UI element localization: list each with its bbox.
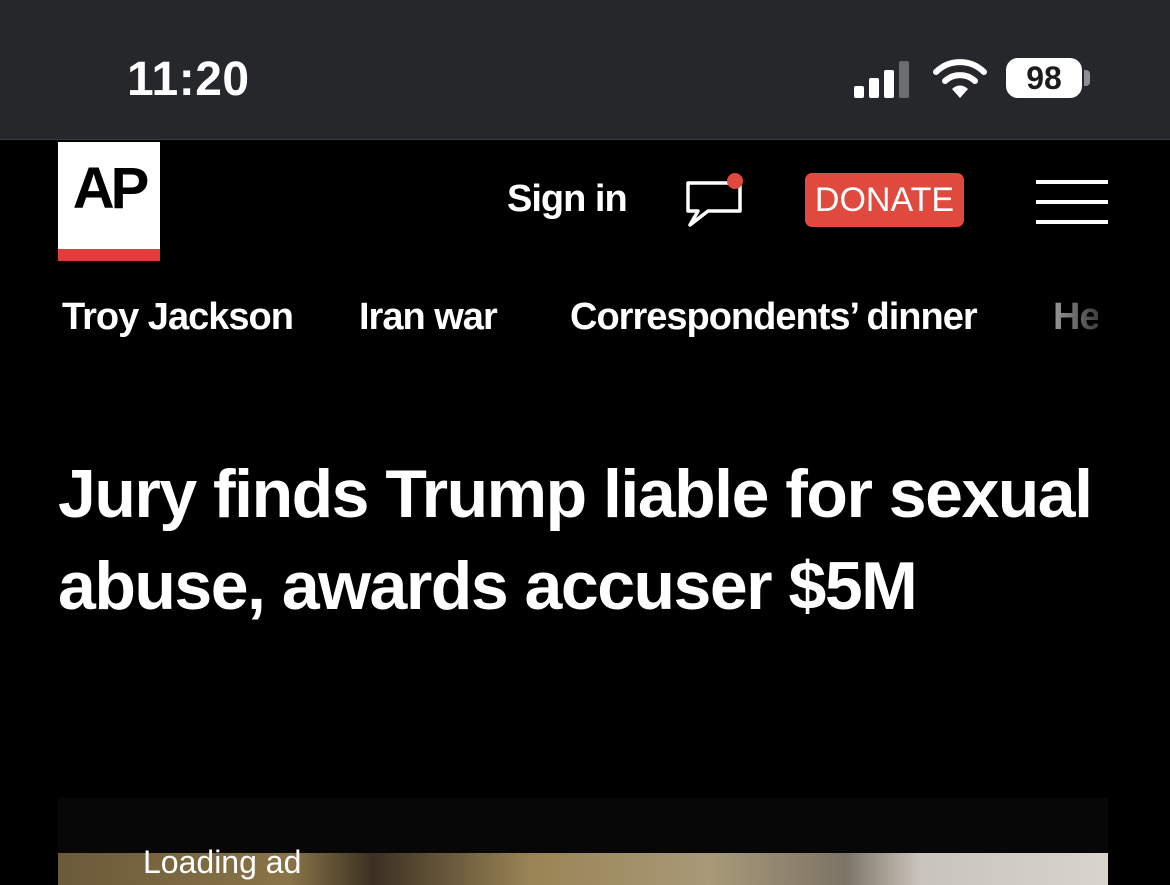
battery-nub [1084, 70, 1090, 86]
ap-logo-bar [58, 249, 160, 261]
topic-troy-jackson[interactable]: Troy Jackson [62, 296, 294, 339]
ad-loading-text: Loading ad [143, 844, 302, 880]
topic-correspondents-dinner[interactable]: Correspondents’ dinner [570, 296, 978, 339]
topic-nav: Troy Jackson Iran war Correspondents’ di… [0, 296, 1098, 352]
ap-logo-text: AP [72, 156, 150, 221]
topic-nav-fade [1040, 296, 1110, 352]
menu-icon[interactable] [1036, 180, 1108, 224]
status-time: 11:20 [127, 53, 250, 106]
battery-icon: 98 [1006, 58, 1082, 98]
site-header: AP Sign in DONATE [0, 140, 1170, 265]
ap-logo[interactable]: AP [58, 142, 160, 261]
sign-in-link[interactable]: Sign in [507, 178, 628, 221]
ad-container[interactable]: Loading ad [58, 798, 1108, 885]
status-bar: 11:20 98 [0, 0, 1170, 140]
comment-icon[interactable] [684, 173, 748, 231]
wifi-icon [933, 59, 987, 98]
signal-icon [854, 61, 909, 98]
donate-button[interactable]: DONATE [805, 173, 964, 227]
topic-iran-war[interactable]: Iran war [359, 296, 498, 339]
article-headline: Jury finds Trump liable for sexual abuse… [58, 456, 1093, 624]
